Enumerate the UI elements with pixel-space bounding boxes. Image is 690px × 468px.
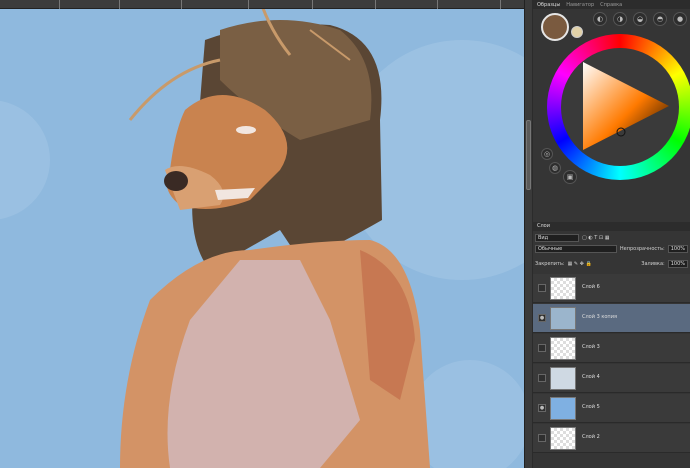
opacity-input[interactable]: 100% <box>667 245 688 253</box>
fill-input[interactable]: 100% <box>667 260 688 268</box>
layer-name: Слой 2 <box>582 434 600 440</box>
artwork-painting <box>0 0 524 468</box>
lock-icon[interactable]: ● <box>673 12 687 26</box>
color-panel-tabs: Образцы Навигатор Справка <box>533 0 690 9</box>
color-mode-icon[interactable]: ◎ <box>541 148 553 160</box>
filter-icon[interactable]: ▢ ◐ T ⊡ ▦ <box>582 235 609 241</box>
tab-layers[interactable]: Слои <box>533 222 690 231</box>
layer-row[interactable]: ● Слой 5 <box>533 394 690 423</box>
lock-row: Закрепить: ▦ ✎ ✥ 🔒 Заливка: 100% <box>535 259 688 269</box>
layer-name: Слой 5 <box>582 404 600 410</box>
eye-icon[interactable]: ● <box>538 314 546 322</box>
eye-icon[interactable] <box>538 284 546 292</box>
tab-help[interactable]: Справка <box>600 2 622 8</box>
layer-name: Слой 4 <box>582 374 600 380</box>
foreground-color-swatch[interactable] <box>541 13 569 41</box>
settings-icon[interactable]: ◒ <box>633 12 647 26</box>
fill-label: Заливка: <box>641 261 665 267</box>
palette-icon[interactable]: ◑ <box>613 12 627 26</box>
blend-mode-select[interactable]: Обычные <box>535 245 617 253</box>
layer-thumbnail <box>550 427 576 450</box>
tab-navigator[interactable]: Навигатор <box>566 2 594 8</box>
document-canvas[interactable] <box>0 0 524 468</box>
lock-label: Закрепить: <box>535 261 565 267</box>
color-wheel[interactable] <box>547 34 690 180</box>
layer-thumbnail <box>550 337 576 360</box>
saturation-triangle[interactable] <box>561 48 679 166</box>
layer-thumbnail <box>550 307 576 330</box>
eye-icon[interactable] <box>538 374 546 382</box>
blend-row: Обычные Непрозрачность: 100% <box>535 244 688 254</box>
layer-row[interactable]: Слой 3 <box>533 334 690 363</box>
eye-icon[interactable]: ● <box>538 404 546 412</box>
background-color-swatch[interactable] <box>571 26 583 38</box>
reset-colors-icon[interactable]: ◍ <box>549 162 561 174</box>
eye-icon[interactable] <box>538 344 546 352</box>
harmony-icon[interactable]: ◐ <box>593 12 607 26</box>
layer-row[interactable]: Слой 6 <box>533 274 690 303</box>
gray-toggle-icon[interactable]: ▣ <box>563 170 577 184</box>
top-ruler <box>0 0 524 9</box>
canvas-vertical-scrollbar[interactable] <box>524 0 532 468</box>
layer-name: Слой 3 копия <box>582 314 617 320</box>
layer-thumbnail <box>550 277 576 300</box>
layer-name: Слой 3 <box>582 344 600 350</box>
eye-icon[interactable] <box>538 434 546 442</box>
layer-thumbnail <box>550 397 576 420</box>
filter-select[interactable]: Вид <box>535 234 579 242</box>
layer-name: Слой 6 <box>582 284 600 290</box>
lock-icons[interactable]: ▦ ✎ ✥ 🔒 <box>568 261 592 267</box>
layer-filter-row: Вид ▢ ◐ T ⊡ ▦ <box>535 233 688 243</box>
right-panel: Образцы Навигатор Справка ◐ ◑ ◒ ◓ ● ◎ ◍ … <box>533 0 690 468</box>
layer-row[interactable]: Слой 2 <box>533 424 690 453</box>
layer-row-selected[interactable]: ● Слой 3 копия <box>533 304 690 333</box>
opacity-label: Непрозрачность: <box>619 246 665 252</box>
scrollbar-thumb[interactable] <box>526 120 531 190</box>
tab-swatches[interactable]: Образцы <box>537 2 560 8</box>
color-wheel-inner <box>561 48 679 166</box>
layer-thumbnail <box>550 367 576 390</box>
swap-icon[interactable]: ◓ <box>653 12 667 26</box>
layer-row[interactable]: Слой 4 <box>533 364 690 393</box>
